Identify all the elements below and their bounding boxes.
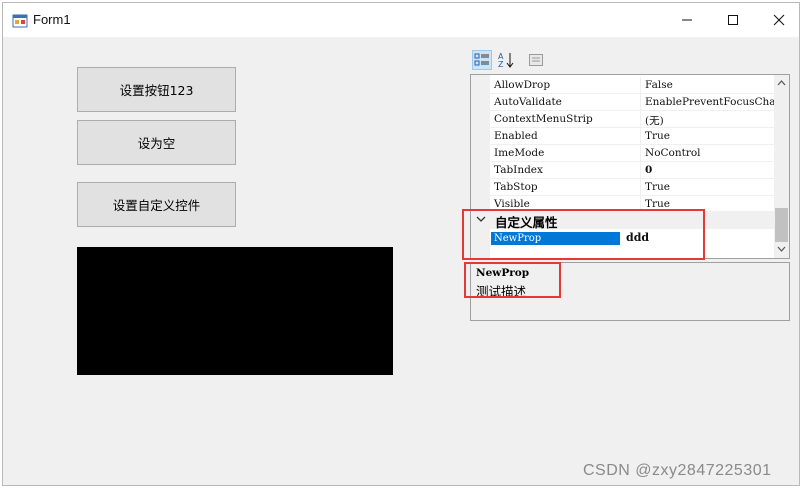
set-custom-control-button[interactable]: 设置自定义控件 bbox=[77, 182, 236, 227]
chevron-up-icon bbox=[777, 80, 786, 86]
set-button-123[interactable]: 设置按钮123 bbox=[77, 67, 236, 112]
property-row[interactable]: TabStop True bbox=[490, 179, 774, 196]
column-divider bbox=[640, 179, 641, 195]
property-row[interactable]: AutoValidate EnablePreventFocusChange bbox=[490, 94, 789, 111]
property-grid-toolbar: A Z bbox=[470, 50, 590, 72]
property-value[interactable]: NoControl bbox=[645, 147, 701, 159]
minimize-button[interactable] bbox=[664, 3, 710, 37]
property-value[interactable]: 0 bbox=[645, 164, 652, 176]
maximize-icon bbox=[728, 15, 738, 25]
maximize-button[interactable] bbox=[710, 3, 756, 37]
alphabetical-sort-button[interactable]: A Z bbox=[496, 50, 516, 70]
property-row[interactable]: TabIndex 0 bbox=[490, 162, 774, 179]
custom-control-panel[interactable] bbox=[77, 247, 393, 375]
property-value[interactable]: False bbox=[645, 79, 673, 91]
property-name: AllowDrop bbox=[494, 79, 551, 91]
scroll-down-button[interactable] bbox=[774, 241, 789, 257]
column-divider bbox=[640, 94, 641, 110]
property-name: ContextMenuStrip bbox=[494, 113, 593, 125]
chevron-down-icon bbox=[777, 246, 786, 252]
vertical-scrollbar[interactable] bbox=[774, 75, 789, 258]
property-name: Enabled bbox=[494, 130, 538, 142]
column-divider bbox=[640, 77, 641, 93]
property-value[interactable]: True bbox=[645, 181, 670, 193]
categorized-view-button[interactable] bbox=[472, 50, 492, 70]
window-title: Form1 bbox=[33, 12, 71, 27]
property-value[interactable]: EnablePreventFocusChange bbox=[645, 96, 789, 108]
property-row[interactable]: ImeMode NoControl bbox=[490, 145, 774, 162]
alphabetical-sort-icon: A Z bbox=[498, 52, 514, 69]
property-pages-icon bbox=[529, 54, 543, 66]
property-row[interactable]: ContextMenuStrip (无) bbox=[490, 111, 774, 128]
property-row[interactable]: AllowDrop False bbox=[490, 77, 774, 94]
categorized-view-icon bbox=[474, 53, 489, 66]
column-divider bbox=[640, 128, 641, 144]
form-window: Form1 设置按钮123 设为空 设置自定义控件 A Z AllowDrop … bbox=[2, 2, 800, 486]
column-divider bbox=[640, 111, 641, 127]
close-icon bbox=[773, 14, 785, 26]
scroll-thumb[interactable] bbox=[775, 208, 788, 242]
highlight-box-property bbox=[462, 209, 705, 260]
watermark: CSDN @zxy2847225301 bbox=[583, 462, 772, 479]
property-row[interactable]: Enabled True bbox=[490, 128, 774, 145]
column-divider bbox=[640, 145, 641, 161]
property-name: ImeMode bbox=[494, 147, 545, 159]
app-icon bbox=[12, 13, 28, 28]
property-name: AutoValidate bbox=[494, 96, 562, 108]
close-button[interactable] bbox=[756, 3, 802, 37]
property-name: TabStop bbox=[494, 181, 538, 193]
svg-text:Z: Z bbox=[498, 60, 504, 69]
property-pages-button[interactable] bbox=[526, 50, 546, 70]
column-divider bbox=[640, 162, 641, 178]
minimize-icon bbox=[682, 19, 692, 21]
highlight-box-description bbox=[464, 262, 561, 298]
title-bar: Form1 bbox=[3, 3, 799, 37]
set-empty-button[interactable]: 设为空 bbox=[77, 120, 236, 165]
property-value[interactable]: (无) bbox=[645, 113, 664, 128]
property-value[interactable]: True bbox=[645, 130, 670, 142]
property-name: TabIndex bbox=[494, 164, 543, 176]
scroll-up-button[interactable] bbox=[774, 75, 789, 91]
